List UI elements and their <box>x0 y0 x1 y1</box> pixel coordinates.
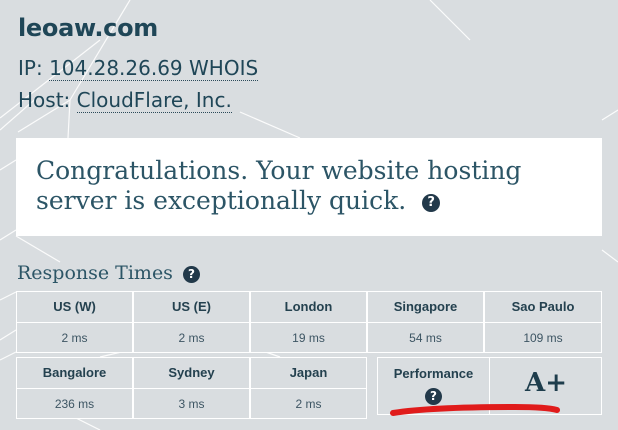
banner-line-2: server is exceptionally quick. <box>36 186 407 215</box>
performance-grade: A+ <box>525 368 567 398</box>
location-name: Japan <box>251 358 366 389</box>
location-cell-us-e: US (E) 2 ms <box>133 291 250 353</box>
ip-address[interactable]: 104.28.26.69 WHOIS <box>49 56 259 81</box>
location-time: 2 ms <box>295 397 322 411</box>
host-label: Host: <box>18 88 71 112</box>
location-cell-us-w: US (W) 2 ms <box>16 291 133 353</box>
location-name: Sao Paulo <box>485 292 601 323</box>
banner-line-1: Congratulations. Your website hosting <box>36 156 522 185</box>
ip-label: IP: <box>18 56 43 80</box>
location-cell-london: London 19 ms <box>250 291 367 353</box>
location-name: US (W) <box>17 292 132 323</box>
location-time: 109 ms <box>523 331 563 345</box>
site-domain: leoaw.com <box>18 14 158 42</box>
result-banner: Congratulations. Your website hosting se… <box>16 138 602 236</box>
location-name: US (E) <box>134 292 249 323</box>
red-underline-annotation <box>390 403 560 416</box>
location-name: Sydney <box>134 358 249 389</box>
help-icon[interactable]: ? <box>422 193 441 212</box>
location-name: Bangalore <box>17 358 132 389</box>
location-time: 54 ms <box>409 331 442 345</box>
whois-link[interactable]: WHOIS <box>189 56 258 80</box>
location-cell-sydney: Sydney 3 ms <box>133 357 250 419</box>
banner-message: Congratulations. Your website hosting se… <box>36 156 582 216</box>
location-time: 19 ms <box>292 331 325 345</box>
location-time: 3 ms <box>178 397 205 411</box>
location-name: Singapore <box>368 292 483 323</box>
ip-line: IP: 104.28.26.69 WHOIS <box>18 56 259 81</box>
response-times-label: Response Times <box>17 262 173 284</box>
location-cell-bangalore: Bangalore 236 ms <box>16 357 133 419</box>
location-time: 236 ms <box>54 397 95 411</box>
performance-label: Performance <box>393 366 474 381</box>
location-time: 2 ms <box>61 331 88 345</box>
help-icon[interactable]: ? <box>182 265 200 283</box>
host-line: Host: CloudFlare, Inc. <box>18 88 232 113</box>
host-link[interactable]: CloudFlare, Inc. <box>76 88 232 113</box>
response-times-title: Response Times ? <box>17 262 200 284</box>
location-cell-japan: Japan 2 ms <box>250 357 367 419</box>
location-name: London <box>251 292 366 323</box>
location-time: 2 ms <box>178 331 205 345</box>
location-cell-sao-paulo: Sao Paulo 109 ms <box>484 291 602 353</box>
location-cell-singapore: Singapore 54 ms <box>367 291 484 353</box>
